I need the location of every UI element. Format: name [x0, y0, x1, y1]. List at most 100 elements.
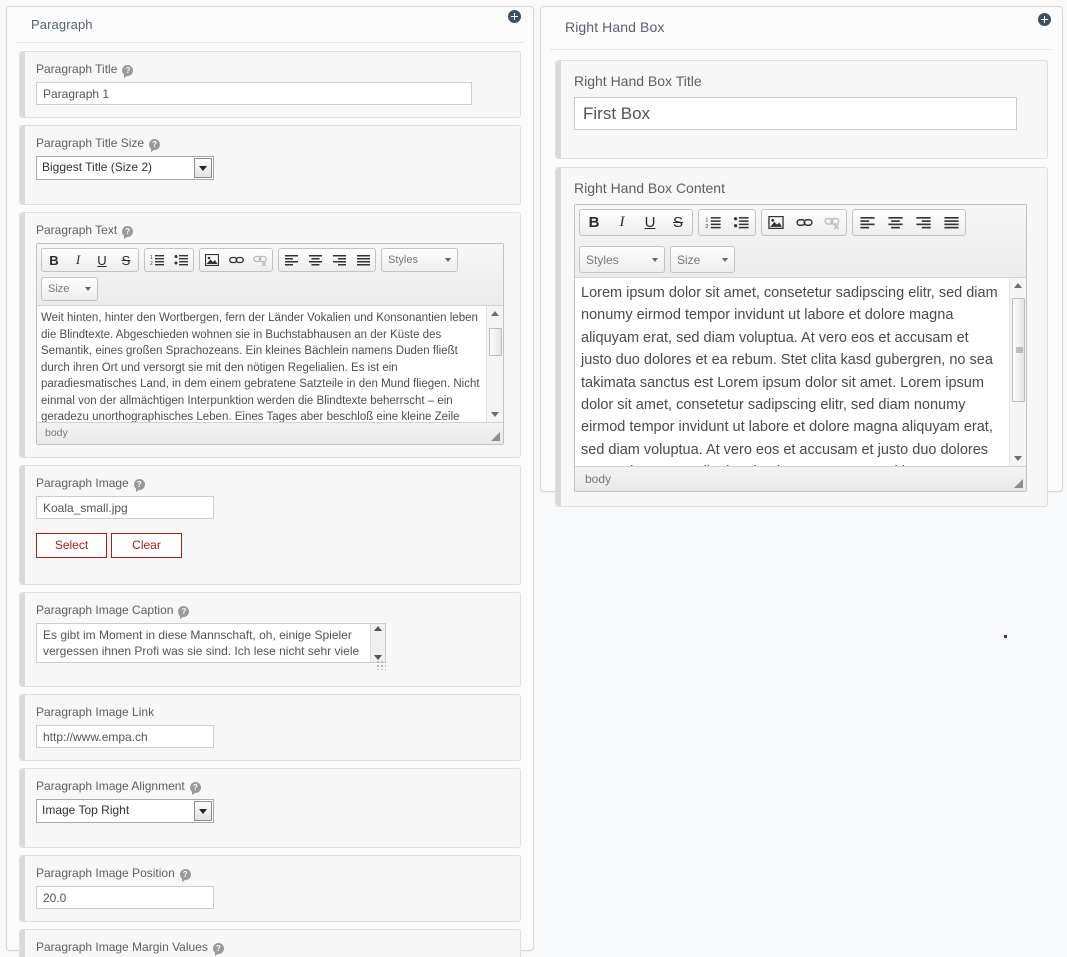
scroll-up-icon[interactable] [491, 311, 499, 316]
italic-icon[interactable]: I [66, 249, 90, 271]
select-button[interactable]: Select [36, 533, 107, 558]
align-left-icon[interactable] [279, 249, 303, 271]
help-icon[interactable]: ? [212, 942, 224, 956]
plus-circle-icon[interactable] [1038, 13, 1051, 26]
right-hand-box-title: Right Hand Box [565, 19, 665, 35]
scroll-down-icon[interactable] [1014, 456, 1022, 461]
field-paragraph-image-position: Paragraph Image Position ? [19, 855, 521, 922]
underline-icon[interactable]: U [90, 249, 114, 271]
paragraph-text-scrollbar[interactable] [486, 306, 503, 422]
chevron-down-icon [445, 258, 451, 262]
scroll-up-icon[interactable] [1014, 283, 1022, 288]
underline-icon[interactable]: U [636, 210, 664, 235]
paragraph-image-input[interactable] [36, 496, 214, 519]
label-right-hand-box-title-text: Right Hand Box Title [574, 73, 702, 89]
paragraph-title-input[interactable] [36, 82, 472, 105]
paragraph-image-link-input[interactable] [36, 725, 214, 748]
label-paragraph-image-margin-text: Paragraph Image Margin Values [36, 940, 208, 954]
label-paragraph-image-text: Paragraph Image [36, 476, 129, 490]
paragraph-image-caption-textarea[interactable]: Es gibt im Moment in diese Mannschaft, o… [36, 623, 386, 663]
chevron-down-icon[interactable] [194, 158, 212, 178]
field-paragraph-title: Paragraph Title ? [19, 51, 521, 118]
styles-dropdown-label: Styles [586, 252, 619, 267]
scrollbar-thumb[interactable] [1012, 298, 1025, 402]
align-right-icon[interactable] [909, 210, 937, 235]
align-right-icon[interactable] [327, 249, 351, 271]
label-paragraph-image-link-text: Paragraph Image Link [36, 705, 155, 719]
toolbar-group-lists: 12 [698, 209, 756, 236]
help-icon[interactable]: ? [133, 478, 145, 492]
chevron-down-icon[interactable] [194, 801, 212, 821]
help-icon[interactable]: ? [178, 605, 190, 619]
label-right-hand-box-title: Right Hand Box Title [574, 73, 1033, 89]
help-icon[interactable]: ? [189, 781, 201, 795]
paragraph-portlet-header: Paragraph [17, 7, 523, 43]
paragraph-text-status-label: body [45, 427, 68, 439]
help-icon[interactable]: ? [122, 225, 134, 239]
image-icon[interactable] [200, 249, 224, 271]
label-paragraph-image-caption-text: Paragraph Image Caption [36, 603, 174, 617]
right-content-status-label: body [585, 472, 612, 486]
resize-grip-icon[interactable] [1014, 479, 1023, 488]
bulleted-list-icon[interactable] [727, 210, 755, 235]
label-paragraph-image-link: Paragraph Image Link [36, 705, 508, 719]
resize-grip-icon[interactable] [491, 432, 500, 441]
scroll-down-icon[interactable] [491, 412, 499, 417]
scrollbar-thumb[interactable] [489, 328, 502, 356]
link-icon[interactable] [224, 249, 248, 271]
resize-grip-icon[interactable] [376, 660, 386, 670]
right-hand-box-portlet: Right Hand Box Right Hand Box Title Righ… [540, 6, 1063, 507]
right-hand-box-title-input[interactable] [574, 97, 1017, 130]
help-icon[interactable]: ? [179, 868, 191, 882]
italic-icon[interactable]: I [608, 210, 636, 235]
strikethrough-icon[interactable]: S [664, 210, 692, 235]
clear-button[interactable]: Clear [111, 533, 182, 558]
right-content-scrollbar[interactable] [1009, 278, 1026, 466]
align-center-icon[interactable] [881, 210, 909, 235]
paragraph-title-size-value: Biggest Title (Size 2) [42, 160, 153, 174]
paragraph-text-statusbar: body [37, 423, 503, 444]
size-dropdown[interactable]: Size [670, 246, 735, 273]
field-paragraph-image-link: Paragraph Image Link [19, 694, 521, 761]
bold-icon[interactable]: B [42, 249, 66, 271]
toolbar-group-lists: 12 [144, 248, 194, 272]
numbered-list-icon[interactable]: 12 [145, 249, 169, 271]
paragraph-text-content[interactable]: Weit hinten, hinter den Wortbergen, fern… [37, 306, 503, 422]
help-icon[interactable]: ? [122, 64, 134, 78]
right-content-area[interactable]: Lorem ipsum dolor sit amet, consetetur s… [575, 278, 1026, 467]
help-icon[interactable]: ? [149, 138, 161, 152]
field-paragraph-title-size: Paragraph Title Size ? Biggest Title (Si… [19, 125, 521, 205]
paragraph-text-area[interactable]: Weit hinten, hinter den Wortbergen, fern… [37, 306, 503, 423]
toolbar-group-insert [761, 209, 847, 236]
label-paragraph-image-position-text: Paragraph Image Position [36, 866, 175, 880]
link-icon[interactable] [790, 210, 818, 235]
plus-circle-icon[interactable] [508, 10, 521, 23]
align-justify-icon[interactable] [351, 249, 375, 271]
unlink-icon[interactable] [818, 210, 846, 235]
toolbar-group-formatting: B I U S [41, 248, 139, 272]
styles-dropdown[interactable]: Styles [579, 246, 665, 273]
strikethrough-icon[interactable]: S [114, 249, 138, 271]
paragraph-title-size-select[interactable]: Biggest Title (Size 2) [36, 156, 214, 180]
size-dropdown[interactable]: Size [41, 277, 98, 301]
numbered-list-icon[interactable]: 12 [699, 210, 727, 235]
bold-icon[interactable]: B [580, 210, 608, 235]
align-left-icon[interactable] [853, 210, 881, 235]
right-hand-box-header: Right Hand Box [551, 7, 1052, 50]
scroll-up-icon[interactable] [374, 626, 382, 631]
label-paragraph-title-text: Paragraph Title [36, 62, 118, 76]
caption-scrollbar[interactable] [370, 624, 385, 662]
paragraph-image-alignment-select[interactable]: Image Top Right [36, 799, 214, 823]
image-icon[interactable] [762, 210, 790, 235]
right-content-text[interactable]: Lorem ipsum dolor sit amet, consetetur s… [575, 278, 1026, 466]
bulleted-list-icon[interactable] [169, 249, 193, 271]
label-paragraph-image-margin: Paragraph Image Margin Values ? [36, 940, 508, 956]
styles-dropdown[interactable]: Styles [381, 248, 458, 272]
unlink-icon[interactable] [248, 249, 272, 271]
size-dropdown-label: Size [677, 252, 701, 267]
align-justify-icon[interactable] [937, 210, 965, 235]
label-paragraph-image: Paragraph Image ? [36, 476, 508, 492]
label-paragraph-image-caption: Paragraph Image Caption ? [36, 603, 508, 619]
paragraph-image-position-input[interactable] [36, 886, 214, 909]
align-center-icon[interactable] [303, 249, 327, 271]
